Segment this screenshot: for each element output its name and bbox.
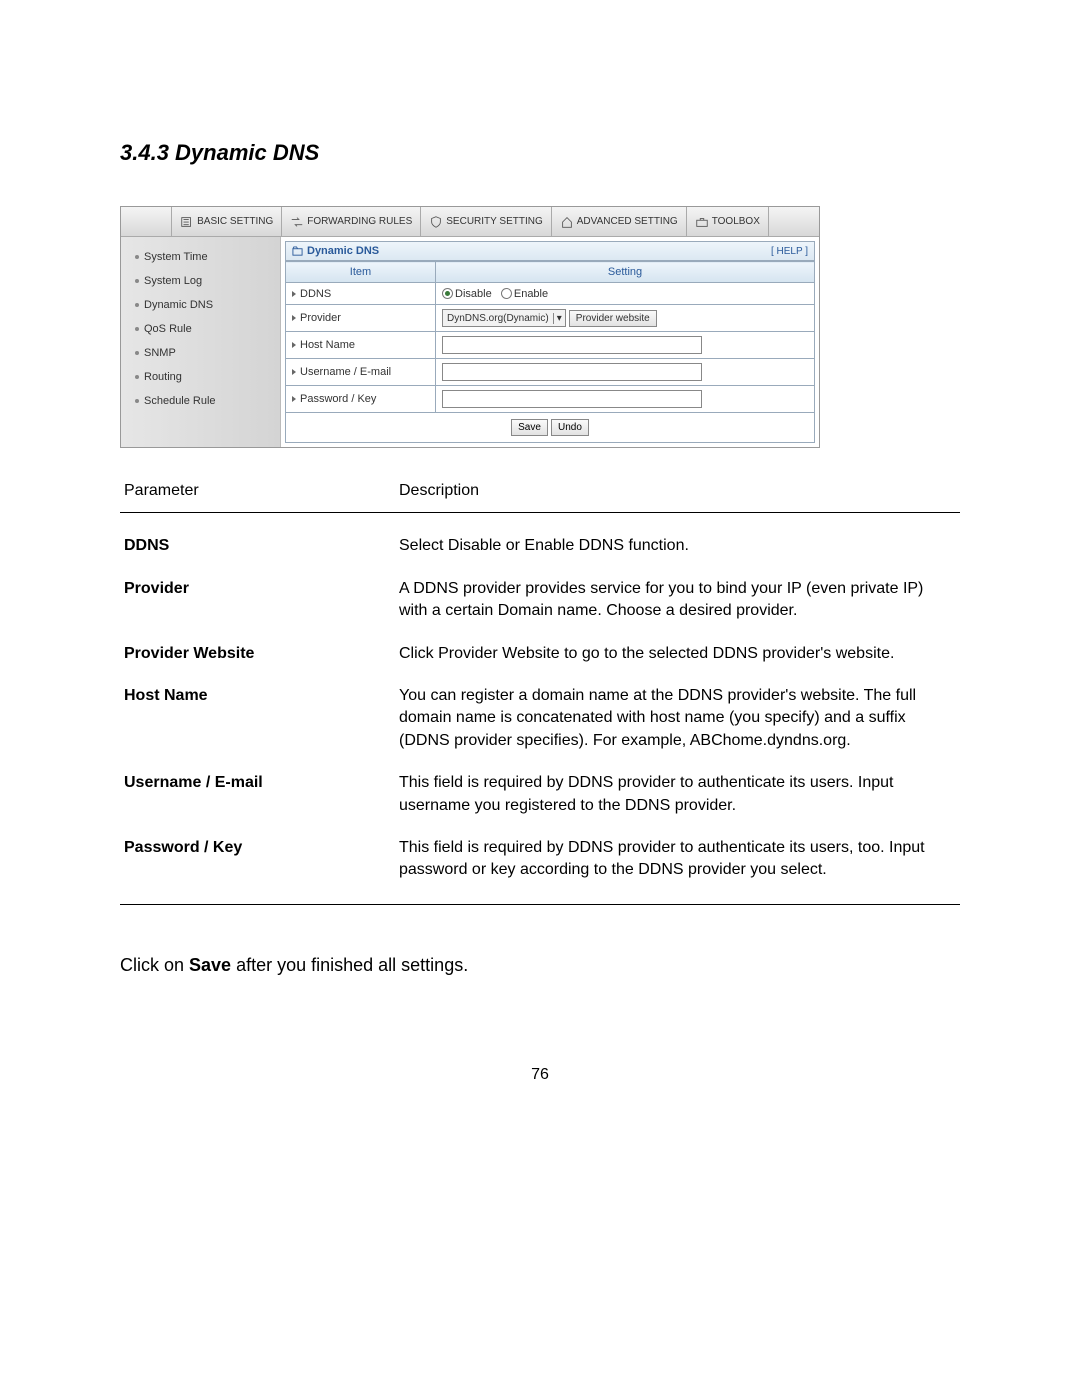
- arrows-icon: [290, 215, 304, 229]
- shield-icon: [429, 215, 443, 229]
- sidebar-item-snmp[interactable]: SNMP: [121, 341, 280, 365]
- undo-button[interactable]: Undo: [551, 419, 589, 436]
- bullet-icon: [135, 303, 139, 307]
- notebook-icon: [180, 215, 194, 229]
- panel-header: Dynamic DNS [ HELP ]: [285, 241, 815, 261]
- param-name: Password / Key: [120, 827, 395, 904]
- tab-forwarding-rules[interactable]: FORWARDING RULES: [282, 207, 421, 236]
- folder-icon: [292, 246, 303, 257]
- radio-label: Enable: [514, 288, 548, 300]
- sidebar-item-system-time[interactable]: System Time: [121, 245, 280, 269]
- triangle-icon: [292, 369, 296, 375]
- triangle-icon: [292, 342, 296, 348]
- header-parameter: Parameter: [120, 478, 395, 513]
- panel-title-text: Dynamic DNS: [307, 245, 379, 257]
- bullet-icon: [135, 279, 139, 283]
- gear-house-icon: [560, 215, 574, 229]
- tab-basic-setting[interactable]: BASIC SETTING: [171, 207, 282, 236]
- tab-label: FORWARDING RULES: [307, 216, 412, 227]
- help-link[interactable]: [ HELP ]: [771, 246, 808, 257]
- param-name: Provider Website: [120, 633, 395, 675]
- provider-select[interactable]: DynDNS.org(Dynamic) ▾: [442, 309, 566, 327]
- footer-note: Click on Save after you finished all set…: [120, 955, 960, 976]
- triangle-icon: [292, 396, 296, 402]
- sidebar-item-label: QoS Rule: [144, 323, 192, 335]
- param-desc: This field is required by DDNS provider …: [395, 827, 960, 904]
- router-ui-screenshot: BASIC SETTING FORWARDING RULES SECURITY …: [120, 206, 820, 448]
- tab-advanced-setting[interactable]: ADVANCED SETTING: [552, 207, 687, 236]
- content-area: Dynamic DNS [ HELP ] Item Setting DDNS D…: [281, 237, 819, 447]
- top-tabs: BASIC SETTING FORWARDING RULES SECURITY …: [121, 207, 819, 237]
- sidebar-item-label: System Time: [144, 251, 208, 263]
- select-value: DynDNS.org(Dynamic): [447, 313, 549, 324]
- header-description: Description: [395, 478, 960, 513]
- sidebar-item-label: Dynamic DNS: [144, 299, 213, 311]
- provider-website-button[interactable]: Provider website: [569, 310, 657, 327]
- triangle-icon: [292, 291, 296, 297]
- param-desc: A DDNS provider provides service for you…: [395, 568, 960, 633]
- password-input[interactable]: [442, 390, 702, 408]
- tab-toolbox[interactable]: TOOLBOX: [687, 207, 769, 236]
- tab-label: ADVANCED SETTING: [577, 216, 678, 227]
- param-name: Username / E-mail: [120, 762, 395, 827]
- bullet-icon: [135, 351, 139, 355]
- parameter-description-table: Parameter Description DDNSSelect Disable…: [120, 478, 960, 905]
- param-desc: You can register a domain name at the DD…: [395, 675, 960, 762]
- param-name: Host Name: [120, 675, 395, 762]
- row-label-ddns: DDNS: [286, 283, 436, 305]
- sidebar-item-dynamic-dns[interactable]: Dynamic DNS: [121, 293, 280, 317]
- tab-label: BASIC SETTING: [197, 216, 273, 227]
- provider-cell: DynDNS.org(Dynamic) ▾ Provider website: [436, 305, 815, 332]
- radio-label: Disable: [455, 288, 492, 300]
- sidebar: System Time System Log Dynamic DNS QoS R…: [121, 237, 281, 447]
- param-desc: Click Provider Website to go to the sele…: [395, 633, 960, 675]
- row-label-username: Username / E-mail: [286, 359, 436, 386]
- triangle-icon: [292, 315, 296, 321]
- radio-disable[interactable]: [442, 288, 453, 299]
- hostname-input[interactable]: [442, 336, 702, 354]
- bullet-icon: [135, 255, 139, 259]
- param-desc: Select Disable or Enable DDNS function.: [395, 525, 960, 567]
- sidebar-item-label: SNMP: [144, 347, 176, 359]
- param-name: Provider: [120, 568, 395, 633]
- sidebar-item-label: Routing: [144, 371, 182, 383]
- sidebar-item-label: Schedule Rule: [144, 395, 216, 407]
- bullet-icon: [135, 327, 139, 331]
- username-input[interactable]: [442, 363, 702, 381]
- tab-security-setting[interactable]: SECURITY SETTING: [421, 207, 552, 236]
- sidebar-item-label: System Log: [144, 275, 202, 287]
- settings-table: Item Setting DDNS Disable Enable Provide…: [285, 261, 815, 413]
- sidebar-item-qos-rule[interactable]: QoS Rule: [121, 317, 280, 341]
- param-name: DDNS: [120, 525, 395, 567]
- sidebar-item-routing[interactable]: Routing: [121, 365, 280, 389]
- tab-label: TOOLBOX: [712, 216, 760, 227]
- row-label-hostname: Host Name: [286, 332, 436, 359]
- radio-enable[interactable]: [501, 288, 512, 299]
- chevron-down-icon: ▾: [553, 313, 565, 324]
- toolbox-icon: [695, 215, 709, 229]
- col-header-item: Item: [286, 262, 436, 283]
- sidebar-item-schedule-rule[interactable]: Schedule Rule: [121, 389, 280, 413]
- page-number: 76: [120, 1066, 960, 1084]
- row-label-provider: Provider: [286, 305, 436, 332]
- bullet-icon: [135, 399, 139, 403]
- save-button[interactable]: Save: [511, 419, 548, 436]
- col-header-setting: Setting: [436, 262, 815, 283]
- button-row: Save Undo: [285, 413, 815, 443]
- section-title: 3.4.3 Dynamic DNS: [120, 140, 960, 166]
- param-desc: This field is required by DDNS provider …: [395, 762, 960, 827]
- sidebar-item-system-log[interactable]: System Log: [121, 269, 280, 293]
- ddns-radio-cell: Disable Enable: [436, 283, 815, 305]
- tab-label: SECURITY SETTING: [446, 216, 543, 227]
- bullet-icon: [135, 375, 139, 379]
- row-label-password: Password / Key: [286, 386, 436, 413]
